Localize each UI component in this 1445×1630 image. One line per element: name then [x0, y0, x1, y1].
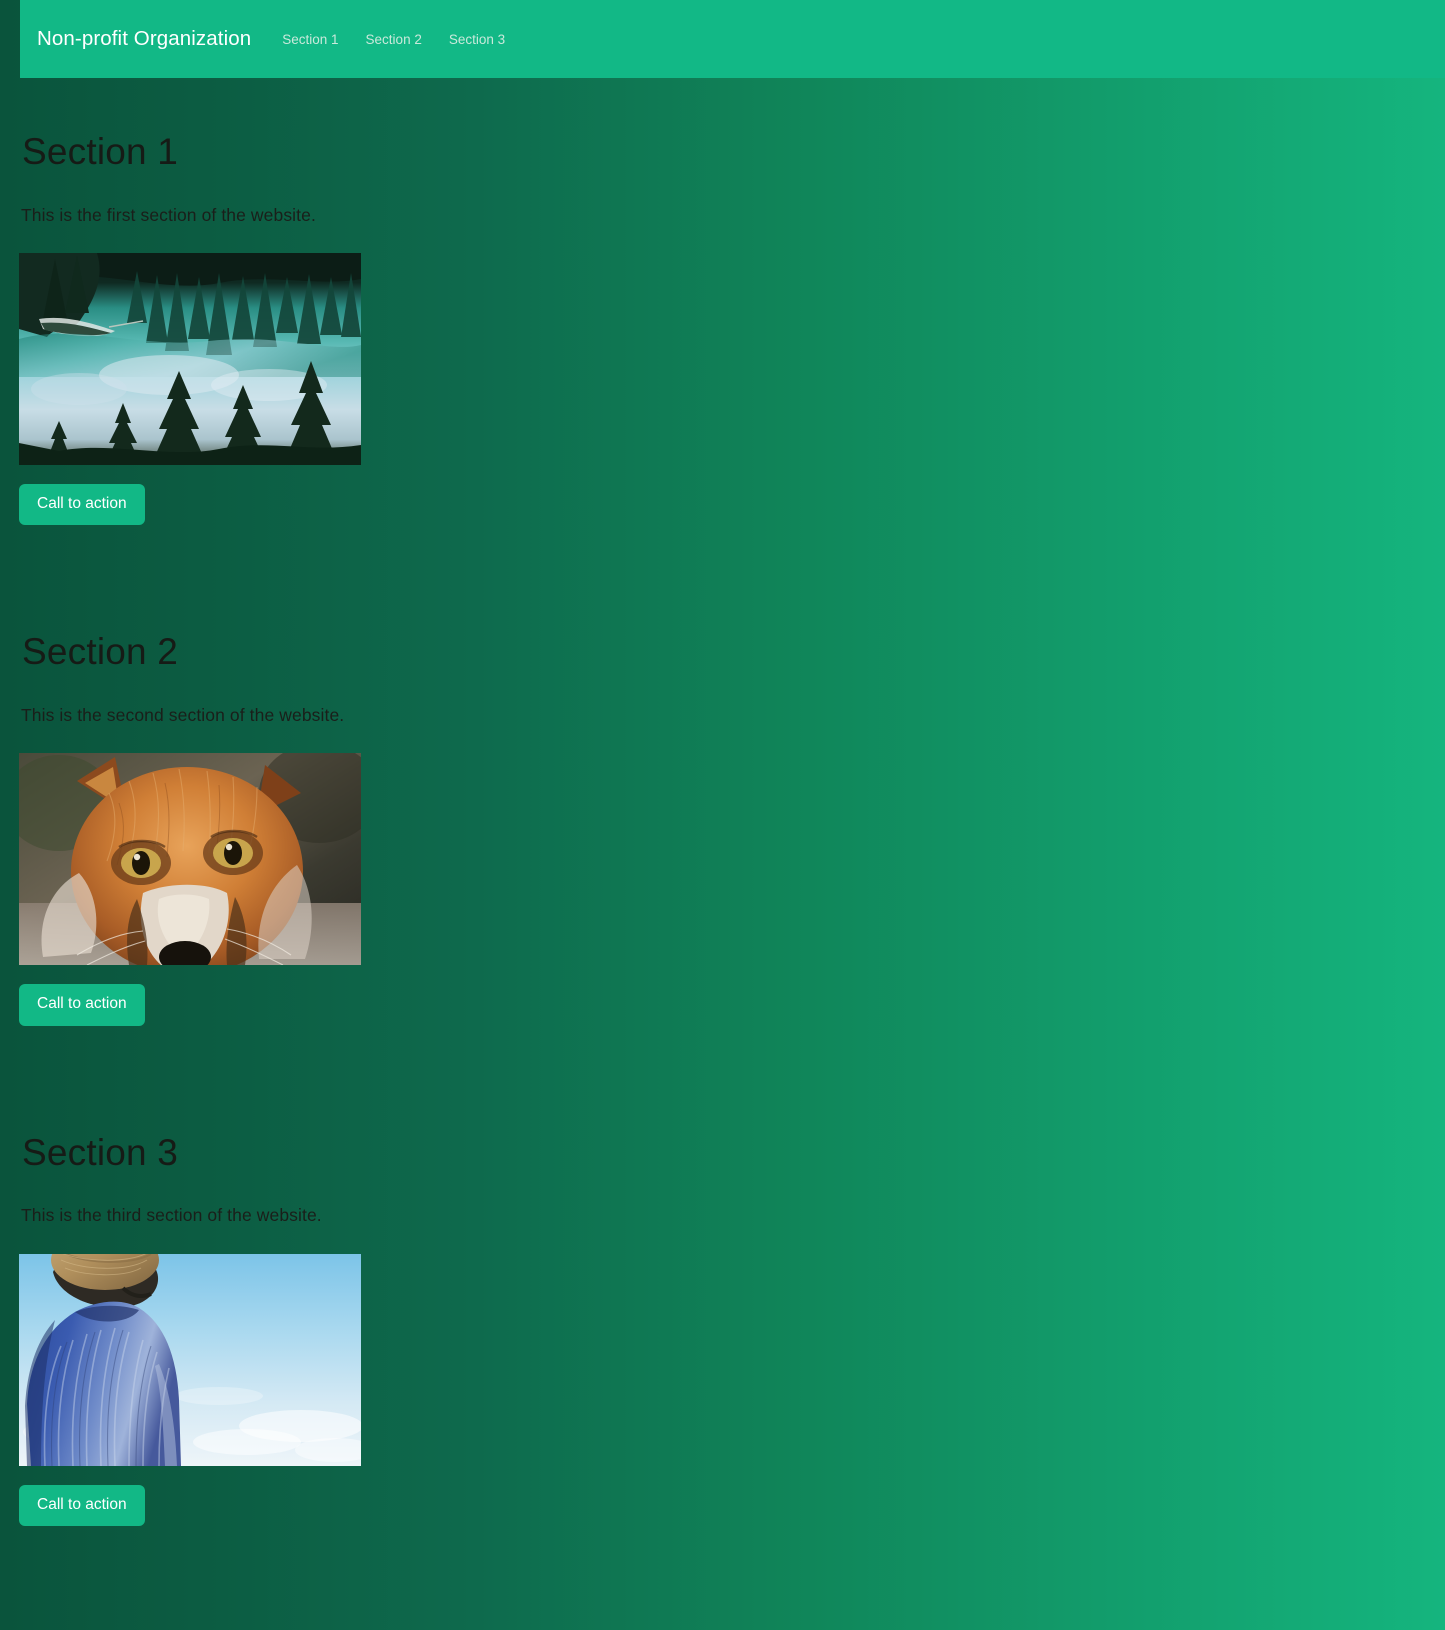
primary-navigation: Section 1 Section 2 Section 3	[282, 32, 505, 47]
section-3-heading: Section 3	[22, 1131, 179, 1173]
section-1-text: This is the first section of the website…	[21, 204, 316, 225]
section-3-text: This is the third section of the website…	[21, 1205, 322, 1226]
forest-lake-reflection-photo	[19, 252, 361, 465]
nav-link-section-1[interactable]: Section 1	[282, 32, 338, 47]
call-to-action-button-section-2[interactable]: Call to action	[19, 984, 145, 1026]
nav-link-section-3[interactable]: Section 3	[449, 32, 505, 47]
section-3: Section 3 This is the third section of t…	[0, 1026, 1445, 1527]
section-1-heading: Section 1	[22, 131, 179, 172]
main-content: Section 1 This is the first section of t…	[0, 78, 1445, 1527]
section-2: Section 2 This is the second section of …	[0, 525, 1445, 1026]
person-straw-hat-sky-photo	[19, 1253, 361, 1466]
call-to-action-button-section-1[interactable]: Call to action	[19, 483, 145, 526]
section-1: Section 1 This is the first section of t…	[0, 78, 1445, 526]
section-2-text: This is the second section of the websit…	[21, 704, 345, 725]
red-fox-closeup-photo	[19, 753, 361, 966]
call-to-action-button-section-3[interactable]: Call to action	[19, 1484, 145, 1527]
section-2-heading: Section 2	[22, 631, 179, 673]
site-navbar: Non-profit Organization Section 1 Sectio…	[20, 0, 1445, 78]
brand-title: Non-profit Organization	[37, 27, 252, 50]
nav-link-section-2[interactable]: Section 2	[366, 32, 422, 47]
